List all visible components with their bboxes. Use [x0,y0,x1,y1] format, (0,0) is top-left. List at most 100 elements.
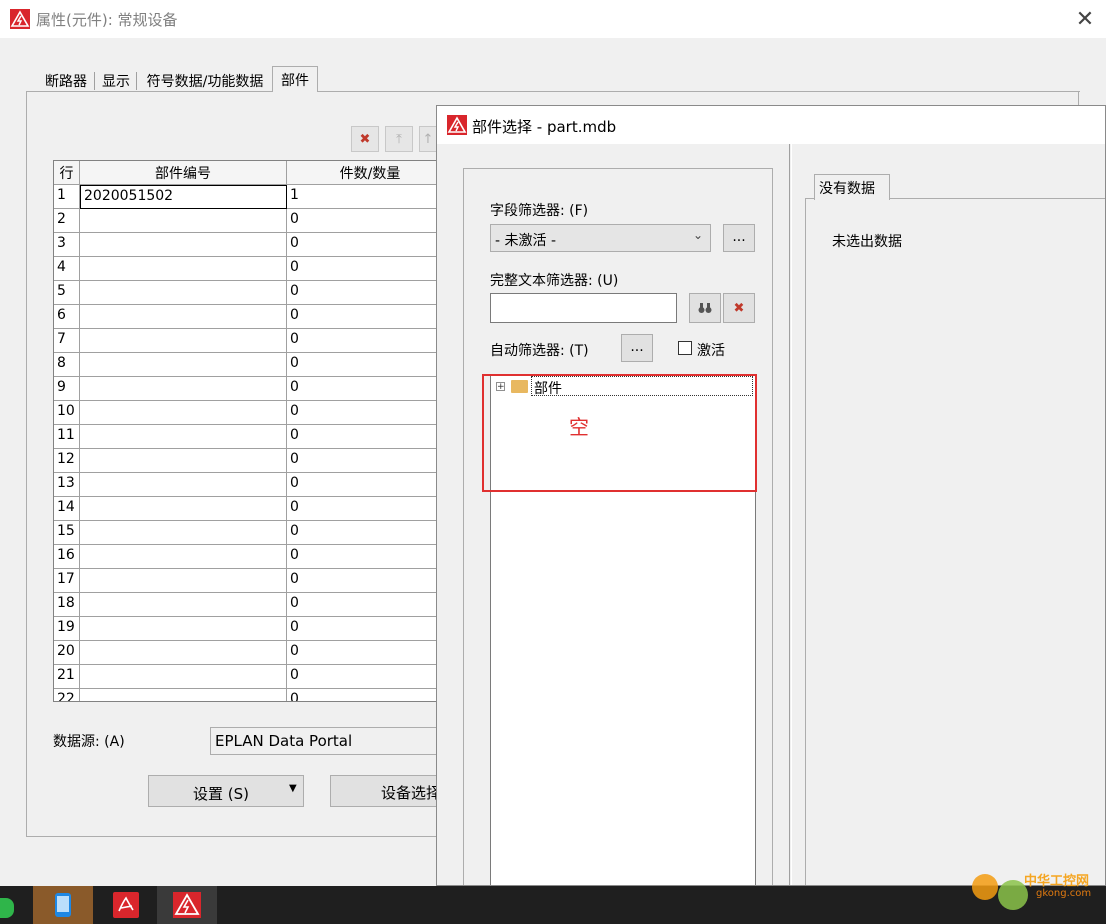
table-row[interactable]: 14 0 [54,497,442,521]
quantity-cell[interactable]: 0 [287,473,442,497]
part-number-cell[interactable] [80,569,287,593]
part-number-cell[interactable] [80,521,287,545]
quantity-cell[interactable]: 0 [287,257,442,281]
quantity-cell[interactable]: 0 [287,593,442,617]
part-number-cell[interactable] [80,473,287,497]
part-number-cell[interactable] [80,497,287,521]
part-number-cell[interactable] [80,689,287,701]
table-row[interactable]: 80 [54,353,442,377]
table-row[interactable]: 12 0 [54,449,442,473]
tab-no-data[interactable]: 没有数据 [814,174,890,200]
table-row[interactable]: 50 [54,281,442,305]
wechat-icon[interactable] [0,898,14,918]
part-number-cell[interactable]: 2020051502 [80,185,287,209]
field-filter-more-button[interactable]: ... [723,224,755,252]
row-number-cell: 7 [54,329,80,353]
table-row[interactable]: 13 0 [54,473,442,497]
part-number-cell[interactable] [80,425,287,449]
table-row[interactable]: 90 [54,377,442,401]
quantity-cell[interactable]: 0 [287,689,442,701]
move-top-button[interactable]: ⤒ [385,126,413,152]
part-number-cell[interactable] [80,305,287,329]
quantity-cell[interactable]: 0 [287,521,442,545]
table-row[interactable]: 30 [54,233,442,257]
activate-checkbox[interactable] [678,341,692,355]
quantity-cell[interactable]: 0 [287,329,442,353]
table-row[interactable]: 22 0 [54,689,442,701]
quantity-cell[interactable]: 0 [287,449,442,473]
fulltext-filter-input[interactable] [490,293,677,323]
quantity-cell[interactable]: 0 [287,425,442,449]
field-filter-select[interactable]: - 未激活 - ⌄ [490,224,711,252]
table-row[interactable]: 15 0 [54,521,442,545]
quantity-cell[interactable]: 0 [287,377,442,401]
tab-display[interactable]: 显示 [98,68,134,92]
table-row[interactable]: 21 0 [54,665,442,689]
table-row[interactable]: 18 0 [54,593,442,617]
part-number-cell[interactable] [80,329,287,353]
part-number-cell[interactable] [80,449,287,473]
quantity-cell[interactable]: 0 [287,497,442,521]
table-row[interactable]: 1 2020051502 1 [54,185,442,209]
quantity-cell[interactable]: 0 [287,353,442,377]
part-number-cell[interactable] [80,257,287,281]
quantity-cell[interactable]: 1 [287,185,442,209]
table-row[interactable]: 40 [54,257,442,281]
row-number-cell: 2 [54,209,80,233]
row-number-cell: 14 [54,497,80,521]
tab-symbol-data[interactable]: 符号数据/功能数据 [140,68,270,92]
quantity-cell[interactable]: 0 [287,617,442,641]
part-number-cell[interactable] [80,593,287,617]
taskbar-phone-app[interactable] [33,886,93,924]
delete-row-button[interactable]: ✖ [351,126,379,152]
part-number-cell[interactable] [80,281,287,305]
close-button[interactable]: ✕ [1070,4,1100,34]
quantity-cell[interactable]: 0 [287,401,442,425]
splitter[interactable] [789,144,790,885]
header-part-number[interactable]: 部件编号 [80,161,287,185]
quantity-cell[interactable]: 0 [287,209,442,233]
quantity-cell[interactable]: 0 [287,665,442,689]
move-up-button[interactable]: ↑ [419,126,437,152]
tab-parts[interactable]: 部件 [272,66,318,92]
part-number-cell[interactable] [80,545,287,569]
part-number-cell[interactable] [80,353,287,377]
details-pane [805,198,1105,885]
table-row[interactable]: 20 [54,209,442,233]
quantity-cell[interactable]: 0 [287,305,442,329]
auto-filter-more-button[interactable]: ... [621,334,653,362]
taskbar-pdf-app[interactable] [96,886,156,924]
device-select-button[interactable]: 设备选择 [330,775,450,807]
table-row[interactable]: 16 0 [54,545,442,569]
grid-header-row: 行 部件编号 件数/数量 [54,161,442,185]
no-data-message: 未选出数据 [832,234,902,250]
table-row[interactable]: 17 0 [54,569,442,593]
settings-button[interactable]: 设置 (S) ▼ [148,775,304,807]
quantity-cell[interactable]: 0 [287,569,442,593]
part-number-cell[interactable] [80,209,287,233]
datasource-select[interactable]: EPLAN Data Portal [210,727,450,755]
part-number-cell[interactable] [80,641,287,665]
tab-breaker[interactable]: 断路器 [40,68,92,92]
part-number-cell[interactable] [80,377,287,401]
taskbar-eplan-app[interactable] [157,886,217,924]
table-row[interactable]: 19 0 [54,617,442,641]
table-row[interactable]: 11 0 [54,425,442,449]
quantity-cell[interactable]: 0 [287,545,442,569]
quantity-cell[interactable]: 0 [287,641,442,665]
part-number-cell[interactable] [80,401,287,425]
parts-grid[interactable]: 行 部件编号 件数/数量 1 2020051502 1 2 0 3 0 4 0 5 0 6 0 7 0 8 0 9… [53,160,443,702]
table-row[interactable]: 60 [54,305,442,329]
table-row[interactable]: 20 0 [54,641,442,665]
table-row[interactable]: 10 0 [54,401,442,425]
part-number-cell[interactable] [80,617,287,641]
quantity-cell[interactable]: 0 [287,281,442,305]
header-quantity[interactable]: 件数/数量 [287,161,442,185]
quantity-cell[interactable]: 0 [287,233,442,257]
part-number-cell[interactable] [80,665,287,689]
tab-separator [136,72,137,90]
search-button[interactable] [689,293,721,323]
clear-filter-button[interactable]: ✖ [723,293,755,323]
part-number-cell[interactable] [80,233,287,257]
table-row[interactable]: 70 [54,329,442,353]
